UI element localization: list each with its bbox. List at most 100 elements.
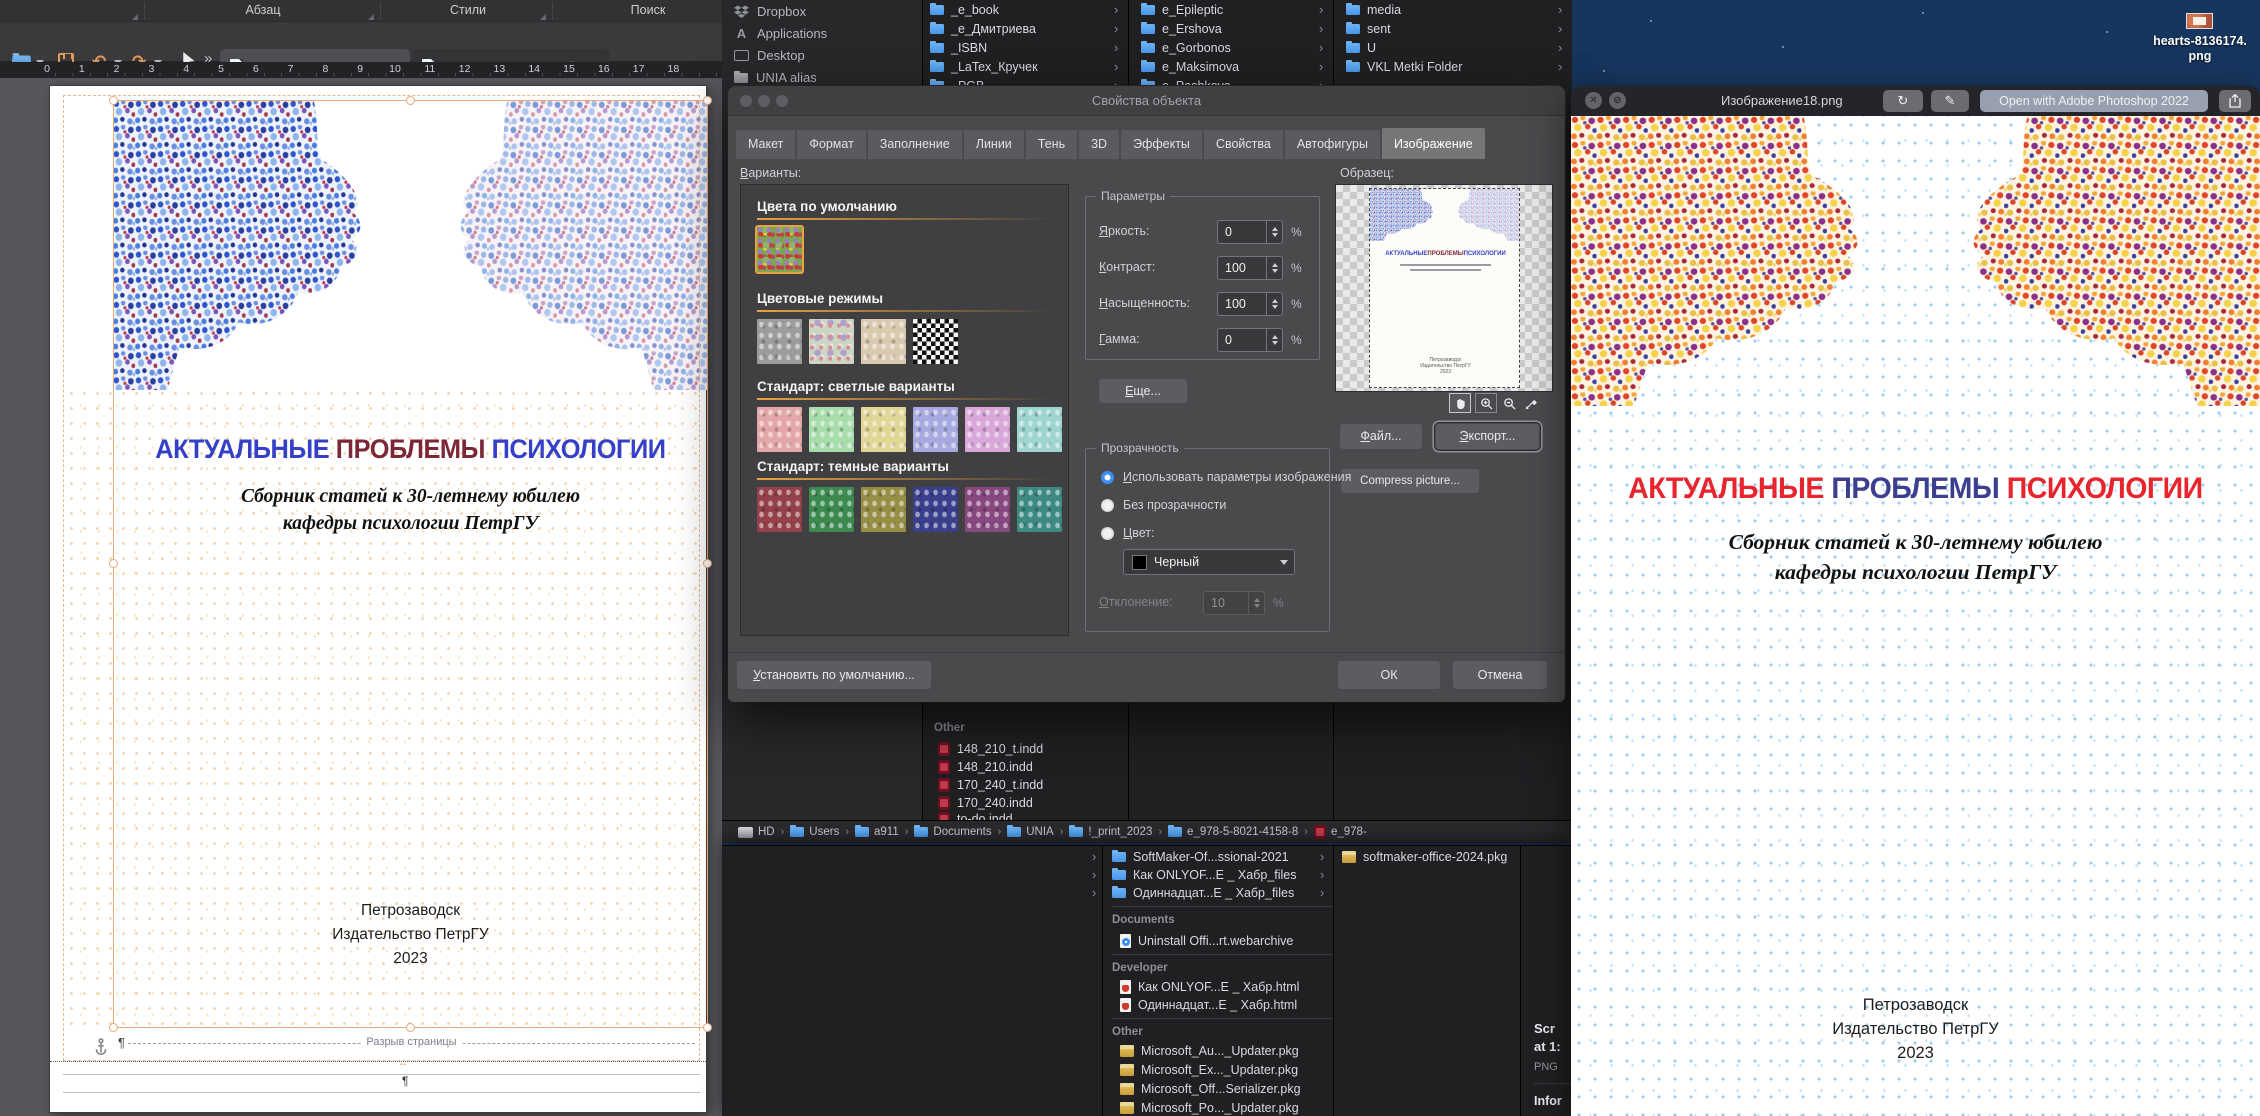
- finder-item[interactable]: _ISBN: [930, 41, 987, 55]
- path-item[interactable]: a911: [855, 826, 899, 838]
- ok-button[interactable]: ОК: [1337, 660, 1441, 690]
- more-button[interactable]: Еще...: [1098, 378, 1188, 404]
- variant-watermark[interactable]: [809, 319, 854, 364]
- spinner-arrows[interactable]: [1266, 257, 1282, 279]
- tab-properties[interactable]: Свойства: [1204, 130, 1283, 159]
- variant-light-magenta[interactable]: [965, 407, 1010, 452]
- document-page[interactable]: АКТУАЛЬНЫЕ ПРОБЛЕМЫ ПСИХОЛОГИИ Сборник с…: [50, 86, 706, 1112]
- selection-handle-w[interactable]: [109, 559, 118, 568]
- set-default-button[interactable]: Установить по умолчанию...: [736, 660, 932, 690]
- variant-grayscale[interactable]: [757, 319, 802, 364]
- image-selection-frame[interactable]: [113, 100, 708, 1028]
- finder-item[interactable]: SoftMaker-Of...ssional-2021: [1112, 850, 1289, 864]
- sample-preview-panel[interactable]: АКТУАЛЬНЫЕПРОБЛЕМЫПСИХОЛОГИИ Петрозаводс…: [1335, 184, 1553, 392]
- finder-item[interactable]: _e_Дмитриева: [930, 22, 1036, 36]
- finder-item[interactable]: e_Maksimova: [1141, 60, 1239, 74]
- spinner-arrows[interactable]: [1266, 329, 1282, 351]
- share-icon[interactable]: [2219, 90, 2251, 112]
- finder-item[interactable]: VKL Metki Folder: [1346, 60, 1462, 74]
- sidebar-item-desktop[interactable]: Desktop: [734, 48, 805, 63]
- gamma-field[interactable]: 0: [1217, 328, 1283, 352]
- markup-icon[interactable]: ✎: [1931, 90, 1969, 112]
- variant-dark-purple[interactable]: [965, 487, 1010, 532]
- finder-item[interactable]: _LaTex_Кручек: [930, 60, 1038, 74]
- finder-file[interactable]: 148_210_t.indd: [938, 742, 1043, 756]
- tab-3d[interactable]: 3D: [1079, 130, 1119, 159]
- variant-default[interactable]: [757, 227, 802, 272]
- radio-use-image-params[interactable]: [1101, 471, 1114, 484]
- finder-file[interactable]: Microsoft_Ex..._Updater.pkg: [1120, 1063, 1298, 1077]
- hand-tool[interactable]: [1449, 393, 1471, 413]
- cancel-button[interactable]: Отмена: [1452, 660, 1548, 690]
- finder-file[interactable]: 170_240.indd: [938, 796, 1033, 810]
- selection-handle-n[interactable]: [406, 96, 415, 105]
- brightness-field[interactable]: 0: [1217, 220, 1283, 244]
- finder-file[interactable]: Одиннадцат...E _ Хабр.html: [1120, 998, 1297, 1012]
- finder-item[interactable]: e_Gorbonos: [1141, 41, 1231, 55]
- selection-handle-e[interactable]: [703, 559, 712, 568]
- path-item-file[interactable]: e_978-: [1314, 825, 1367, 839]
- path-item[interactable]: !_print_2023: [1069, 826, 1152, 838]
- radio-no-transparency[interactable]: [1101, 499, 1114, 512]
- ribbon-group-search[interactable]: Поиск: [631, 3, 666, 17]
- variant-dark-red[interactable]: [757, 487, 802, 532]
- horizontal-ruler[interactable]: 0123456789101112131415161718: [0, 62, 722, 78]
- contrast-field[interactable]: 100: [1217, 256, 1283, 280]
- variant-light-cyan[interactable]: [1017, 407, 1062, 452]
- finder-item[interactable]: softmaker-office-2024.pkg: [1342, 850, 1507, 864]
- fullscreen-disabled-icon[interactable]: ⊘: [1609, 92, 1626, 109]
- selection-handle-sw[interactable]: [109, 1023, 118, 1032]
- desktop-file-thumbnail[interactable]: [2186, 13, 2213, 29]
- finder-item[interactable]: e_Epileptic: [1141, 3, 1223, 17]
- path-item[interactable]: Users: [790, 826, 839, 838]
- path-item[interactable]: UNIA: [1007, 826, 1053, 838]
- ribbon-group-paragraph[interactable]: Абзац: [245, 3, 280, 17]
- zoom-out-tool[interactable]: [1498, 393, 1520, 413]
- quicklook-titlebar[interactable]: ✕ ⊘ Изображение18.png ↻ ✎ Open with Adob…: [1571, 86, 2260, 116]
- tab-fill[interactable]: Заполнение: [868, 130, 962, 159]
- sidebar-item-unia-alias[interactable]: UNIA alias: [734, 70, 817, 85]
- sidebar-item-dropbox[interactable]: Dropbox: [734, 4, 806, 19]
- variant-light-red[interactable]: [757, 407, 802, 452]
- desktop-file-label[interactable]: hearts-8136174.png: [2150, 34, 2250, 64]
- tab-autoshapes[interactable]: Автофигуры: [1285, 130, 1380, 159]
- spinner-arrows[interactable]: [1266, 221, 1282, 243]
- finder-item[interactable]: _e_book: [930, 3, 999, 17]
- tab-effects[interactable]: Эффекты: [1121, 130, 1202, 159]
- finder-file[interactable]: 148_210.indd: [938, 760, 1033, 774]
- finder-file[interactable]: Microsoft_Off...Serializer.pkg: [1120, 1082, 1301, 1096]
- tab-layout[interactable]: Макет: [736, 130, 795, 159]
- radio-color[interactable]: [1101, 527, 1114, 540]
- export-button[interactable]: Экспорт...: [1435, 423, 1540, 450]
- spinner-arrows[interactable]: [1266, 293, 1282, 315]
- rotate-icon[interactable]: ↻: [1883, 90, 1923, 112]
- variant-sepia[interactable]: [861, 319, 906, 364]
- close-icon[interactable]: ✕: [1585, 92, 1602, 109]
- move-handle-icon[interactable]: ↔: [398, 1058, 408, 1069]
- selection-handle-se[interactable]: [703, 1023, 712, 1032]
- variant-dark-green[interactable]: [809, 487, 854, 532]
- finder-file[interactable]: 170_240_t.indd: [938, 778, 1043, 792]
- finder-file[interactable]: Как ONLYOF...E _ Хабр.html: [1120, 980, 1299, 994]
- path-item-hd[interactable]: HD: [738, 826, 775, 838]
- dialog-titlebar[interactable]: Свойства объекта: [728, 86, 1565, 116]
- finder-file[interactable]: Microsoft_Po..._Updater.pkg: [1120, 1101, 1299, 1115]
- selection-handle-nw[interactable]: [109, 96, 118, 105]
- finder-item[interactable]: media: [1346, 3, 1401, 17]
- variant-black-white[interactable]: [913, 319, 958, 364]
- tab-lines[interactable]: Линии: [964, 130, 1024, 159]
- variant-light-green[interactable]: [809, 407, 854, 452]
- path-item[interactable]: Documents: [914, 826, 991, 838]
- tab-shadow[interactable]: Тень: [1026, 130, 1077, 159]
- variant-light-blue[interactable]: [913, 407, 958, 452]
- sidebar-item-applications[interactable]: A Applications: [734, 26, 827, 41]
- finder-file[interactable]: Uninstall Offi...rt.webarchive: [1120, 934, 1293, 948]
- transparency-color-dropdown[interactable]: Черный: [1123, 549, 1295, 575]
- compress-picture-button[interactable]: Compress picture...: [1340, 468, 1480, 494]
- path-item[interactable]: e_978-5-8021-4158-8: [1168, 826, 1298, 838]
- open-with-button[interactable]: Open with Adobe Photoshop 2022: [1980, 90, 2208, 112]
- selection-handle-s[interactable]: [406, 1023, 415, 1032]
- variant-dark-olive[interactable]: [861, 487, 906, 532]
- variant-dark-teal[interactable]: [1017, 487, 1062, 532]
- finder-item[interactable]: e_Ershova: [1141, 22, 1222, 36]
